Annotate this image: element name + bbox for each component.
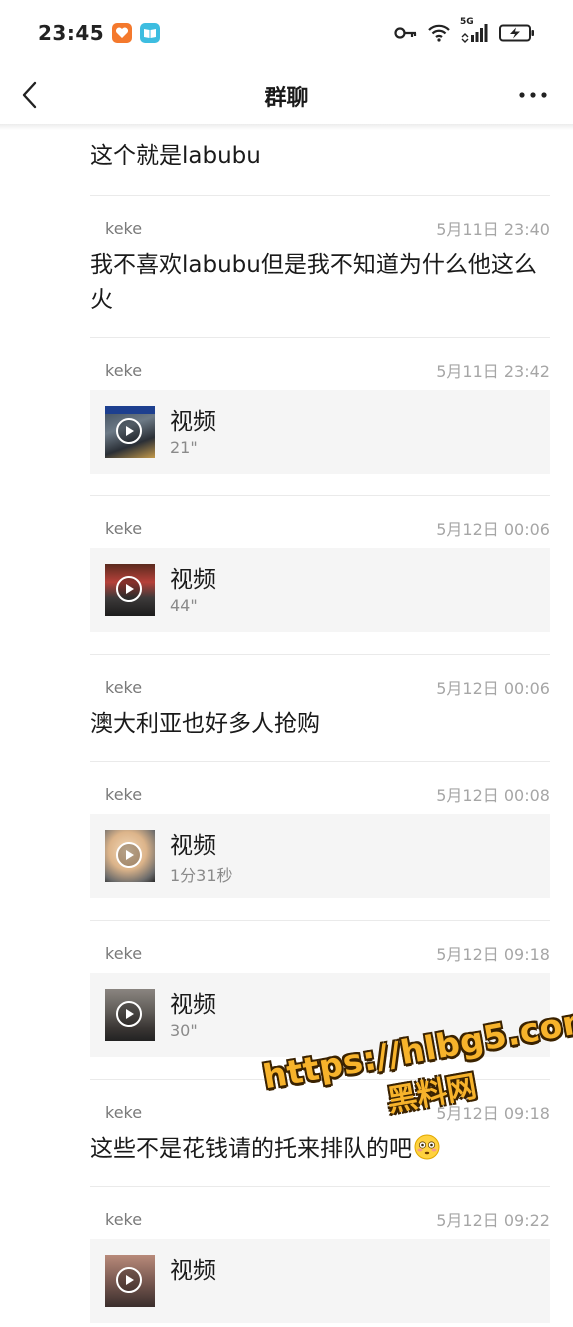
message-header: keke 5月12日 00:06 [105,516,550,540]
sender-name: keke [105,1102,143,1122]
message-item[interactable]: keke 5月12日 09:22 视频 [0,1187,573,1327]
video-thumbnail [105,830,155,882]
video-title: 视频 [170,409,216,435]
message-time: 5月12日 00:06 [436,679,550,698]
status-bar: 23:45 5G [0,0,573,66]
play-icon [116,418,142,444]
message-item[interactable]: 这个就是labubu [0,130,573,196]
message-time: 5月12日 00:06 [436,520,550,539]
battery-charging-icon [499,24,535,42]
message-item[interactable]: keke 5月12日 00:06 视频 44" [0,496,573,655]
message-header: keke 5月11日 23:40 [105,216,550,240]
video-thumbnail [105,406,155,458]
more-button[interactable] [517,82,549,108]
play-icon [116,1267,142,1293]
key-icon [394,26,418,40]
video-thumbnail [105,1255,155,1307]
message-list[interactable]: 这个就是labubu keke 5月11日 23:40 我不喜欢labubu但是… [0,130,573,1327]
video-card[interactable]: 视频 21" [90,390,550,474]
message-header: keke 5月12日 09:18 [105,941,550,965]
sender-name: keke [105,360,143,380]
signal-icon: 5G [460,17,490,43]
video-card[interactable]: 视频 44" [90,548,550,632]
wifi-icon [427,24,451,42]
message-header: keke 5月12日 00:06 [105,675,550,699]
video-title: 视频 [170,567,216,593]
video-duration: 44" [170,596,198,615]
video-thumbnail [105,989,155,1041]
message-item[interactable]: keke 5月11日 23:42 视频 21" [0,338,573,496]
status-bar-left: 23:45 [38,21,161,45]
sender-name: keke [105,1209,143,1229]
video-thumbnail [105,564,155,616]
flushed-face-emoji [414,1134,440,1171]
message-text: 澳大利亚也好多人抢购 [90,711,320,737]
message-item[interactable]: keke 5月12日 00:08 视频 1分31秒 [0,762,573,921]
message-header: keke 5月12日 09:22 [105,1207,550,1231]
message-time: 5月12日 00:08 [436,786,550,805]
message-text: 我不喜欢labubu但是我不知道为什么他这么火 [90,252,537,313]
more-horizontal-icon [519,92,547,98]
video-card[interactable]: 视频 [90,1239,550,1323]
message-text: 这个就是labubu [90,143,261,169]
message-time: 5月12日 09:18 [436,945,550,964]
video-duration: 1分31秒 [170,866,233,885]
sender-name: keke [105,518,143,538]
message-header: keke 5月12日 00:08 [105,782,550,806]
status-time: 23:45 [38,21,105,45]
message-time: 5月11日 23:40 [436,220,550,239]
status-bar-right: 5G [394,17,535,43]
play-icon [116,576,142,602]
message-text-row: 这些不是花钱请的托来排队的吧 [90,1132,543,1171]
message-item[interactable]: keke 5月12日 00:06 澳大利亚也好多人抢购 [0,655,573,762]
sender-name: keke [105,943,143,963]
video-title: 视频 [170,833,216,859]
message-time: 5月11日 23:42 [436,362,550,381]
app-book-icon [140,23,161,43]
message-text: 这些不是花钱请的托来排队的吧 [90,1136,412,1162]
video-duration: 21" [170,438,198,457]
sender-name: keke [105,784,143,804]
app-heart-icon [112,23,133,43]
message-item[interactable]: keke 5月11日 23:40 我不喜欢labubu但是我不知道为什么他这么火 [0,196,573,338]
network-label: 5G [460,17,474,27]
video-card[interactable]: 视频 1分31秒 [90,814,550,898]
page-title: 群聊 [264,86,309,111]
play-icon [116,842,142,868]
video-duration: 30" [170,1021,198,1040]
message-header: keke 5月11日 23:42 [105,358,550,382]
play-icon [116,1001,142,1027]
sender-name: keke [105,218,143,238]
video-title: 视频 [170,992,216,1018]
sender-name: keke [105,677,143,697]
nav-bar: 群聊 [0,66,573,124]
message-time: 5月12日 09:22 [436,1211,550,1230]
